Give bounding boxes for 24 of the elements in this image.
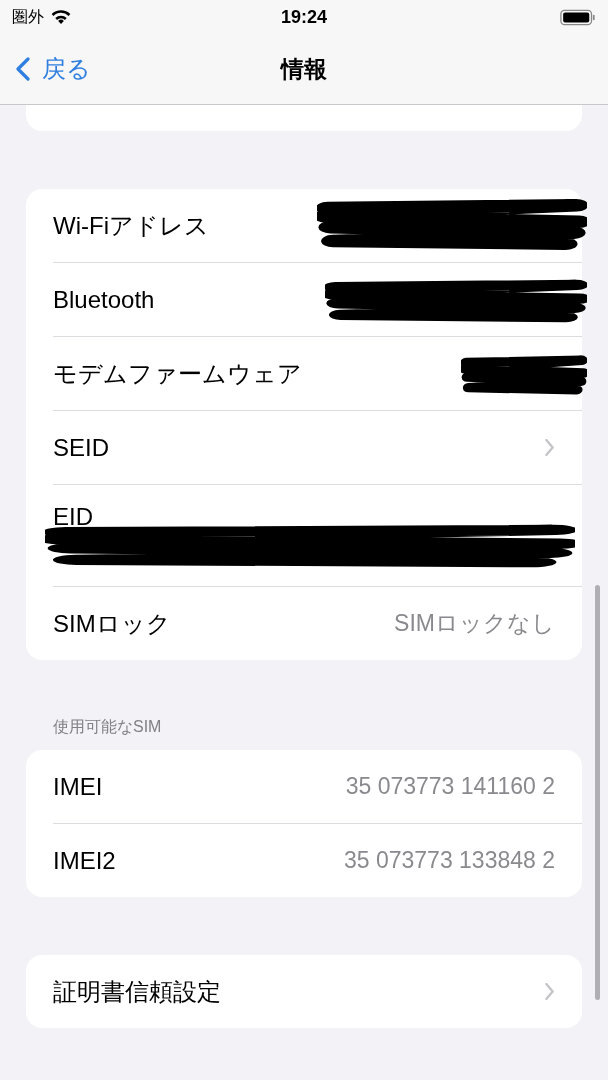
row-value: 35 073773 141160 2 [345, 773, 555, 800]
row-label: IMEI [53, 772, 103, 801]
row-label: モデムファームウェア [53, 358, 302, 389]
chevron-icon [544, 982, 555, 1001]
list-row[interactable]: SEID [53, 411, 582, 485]
list-row[interactable]: 証明書信頼設定 [53, 955, 582, 1028]
row-label: Bluetooth [53, 285, 155, 314]
row-value: 35 073773 133848 2 [343, 847, 555, 874]
row-label: 証明書信頼設定 [53, 976, 221, 1007]
battery-icon [560, 8, 596, 26]
back-button[interactable]: 戻る [0, 53, 91, 85]
row-label: SIMロック [53, 608, 171, 639]
chevron-icon [16, 57, 30, 81]
row-label: EID [53, 503, 93, 531]
screen-title: 情報 [281, 54, 327, 84]
clock-time: 19:24 [280, 6, 327, 28]
row-label: IMEI2 [53, 846, 116, 875]
row-value: SIMロックなし [394, 609, 555, 638]
wifi-icon [50, 9, 72, 25]
section-header: 使用可能なSIM [52, 717, 163, 737]
row-label: SEID [53, 433, 109, 462]
carrier-text: 圏外 [12, 6, 44, 27]
row-label: Wi-Fiアドレス [53, 210, 209, 241]
chevron-icon [544, 438, 555, 457]
